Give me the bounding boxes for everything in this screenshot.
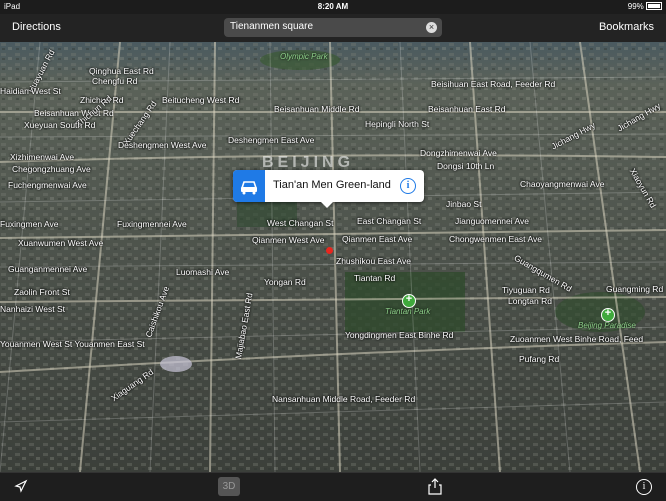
battery-indicator: 99%: [628, 2, 662, 11]
road-label: Chaoyangmenwai Ave: [520, 179, 605, 189]
road-label: Luomashi Ave: [176, 267, 230, 277]
share-icon[interactable]: [428, 478, 442, 500]
park-label-tiantan[interactable]: Tiantan Park: [385, 307, 430, 316]
road-label: Deshengmen West Ave: [118, 140, 207, 150]
road-label: Pufang Rd: [519, 354, 560, 364]
directions-button[interactable]: Directions: [12, 21, 61, 33]
bookmarks-button[interactable]: Bookmarks: [599, 21, 654, 33]
road-label: Chegongzhuang Ave: [12, 164, 91, 174]
3d-button[interactable]: 3D: [218, 477, 240, 496]
status-bar: iPad 8:20 AM 99%: [0, 0, 666, 14]
road-label: Beisanhuan Middle Rd: [274, 104, 360, 114]
info-icon[interactable]: i: [400, 178, 416, 194]
road-label: Beisihuan East Road, Feeder Rd: [431, 79, 556, 89]
road-label: Fuxingmennei Ave: [117, 219, 187, 229]
road-label: Beitucheng West Rd: [162, 95, 240, 105]
road-label: Xuanwumen West Ave: [18, 238, 104, 248]
battery-percent: 99%: [627, 2, 644, 11]
road-label: Xizhimenwai Ave: [10, 152, 75, 162]
road-label: Longtan Rd: [508, 296, 552, 306]
road-label: Chongwenmen East Ave: [449, 234, 542, 244]
road-label: Dongsi 10th Ln: [437, 161, 495, 171]
location-callout[interactable]: Tian'an Men Green-land i: [233, 170, 424, 208]
navigation-bar: Directions Tienanmen square × Bookmarks: [0, 14, 666, 43]
info-icon[interactable]: i: [636, 479, 652, 495]
bottom-toolbar: 3D i: [0, 472, 666, 501]
road-label: Tiantan Rd: [354, 273, 396, 283]
park-label-paradise[interactable]: Beijing Paradise: [578, 321, 636, 330]
road-label: Hepingli North St: [365, 119, 430, 129]
road-label: Youanmen West St Youanmen East St: [0, 339, 145, 349]
road-label: Haidian West St: [0, 86, 61, 96]
battery-icon: [646, 2, 662, 10]
road-label: Jianguomennei Ave: [455, 216, 530, 226]
road-label: East Changan St: [357, 216, 422, 226]
road-label: Zuoanmen West Binhe Road, Feed: [510, 334, 644, 344]
road-label: Dongzhimenwai Ave: [420, 148, 497, 158]
clock: 8:20 AM: [317, 2, 349, 11]
road-label: Tiyuguan Rd: [502, 285, 550, 295]
park-icon[interactable]: [402, 293, 416, 308]
road-label: Zhushikou East Ave: [336, 256, 411, 266]
road-label: Xueyuan South Rd: [24, 120, 96, 130]
road-label: Chengfu Rd: [92, 76, 138, 86]
callout-title: Tian'an Men Green-land: [273, 179, 391, 191]
road-label: Beisanhuan East Rd: [428, 104, 506, 114]
road-label: Zaolin Front St: [14, 287, 70, 297]
road-label: Qianmen West Ave: [252, 235, 325, 245]
search-input[interactable]: Tienanmen square: [230, 21, 313, 32]
road-label: Deshengmen East Ave: [228, 135, 315, 145]
road-label: Qianmen East Ave: [342, 234, 413, 244]
road-label: Guanganmennei Ave: [8, 264, 88, 274]
search-field[interactable]: Tienanmen square ×: [224, 18, 442, 37]
road-label: Qinghua East Rd: [89, 66, 154, 76]
road-label: Guangming Rd: [606, 284, 664, 294]
map-view[interactable]: BEIJING Olympic Park Tiantan Park Beijin…: [0, 42, 666, 472]
road-label: Yongan Rd: [264, 277, 306, 287]
location-pin[interactable]: [326, 247, 333, 254]
road-label: Yongdingmen East Binhe Rd: [345, 330, 454, 340]
road-label: Nansanhuan Middle Road, Feeder Rd: [272, 394, 416, 404]
park-label-olympic[interactable]: Olympic Park: [280, 52, 328, 61]
road-label: Fuchengmenwai Ave: [8, 180, 87, 190]
road-label: Jinbao St: [446, 199, 482, 209]
road-label: West Changan St: [267, 218, 334, 228]
road-label: Nanhaizi West St: [0, 304, 66, 314]
car-icon[interactable]: [233, 170, 265, 202]
road-label: Fuxingmen Ave: [0, 219, 59, 229]
park-icon[interactable]: [601, 307, 615, 322]
callout-pointer: [321, 202, 333, 208]
location-arrow-icon[interactable]: [14, 479, 28, 498]
clear-search-icon[interactable]: ×: [426, 22, 437, 33]
